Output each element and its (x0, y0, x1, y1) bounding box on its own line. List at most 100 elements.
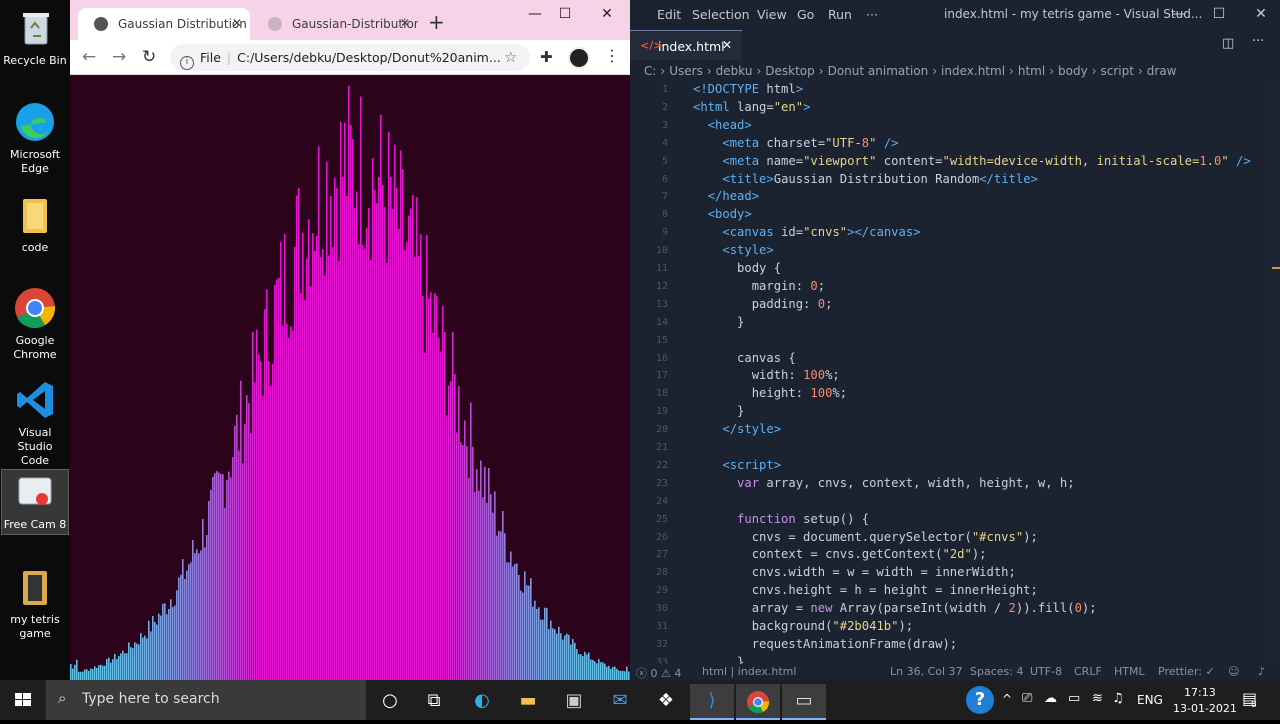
code-editor[interactable]: 1 <!DOCTYPE html> 2 <html lang="en"> 3 <head… (630, 82, 1280, 664)
formatter-status[interactable]: Prettier: ✓ (1158, 665, 1215, 678)
extensions-icon[interactable]: ✚ (540, 48, 553, 66)
minimize-button[interactable]: — (1164, 6, 1194, 22)
breadcrumb-item[interactable]: C: (644, 64, 656, 78)
code-line[interactable]: 14 } (630, 315, 1280, 333)
breadcrumb-item[interactable]: body (1058, 64, 1088, 78)
menu-more[interactable]: ··· (866, 7, 878, 22)
code-line[interactable]: 20 </style> (630, 422, 1280, 440)
code-line[interactable]: 29 cnvs.height = h = height = innerHeigh… (630, 583, 1280, 601)
code-line[interactable]: 21 (630, 440, 1280, 458)
language-indicator[interactable]: ENG (1137, 693, 1163, 707)
breadcrumb-item[interactable]: debku (716, 64, 753, 78)
desktop-icon-chrome[interactable]: Google Chrome (2, 286, 68, 362)
clock-date[interactable]: 13-01-2021 (1173, 702, 1237, 715)
menu-edit[interactable]: Edit (657, 7, 681, 22)
language-mode[interactable]: HTML (1114, 665, 1145, 678)
menu-run[interactable]: Run (828, 7, 852, 22)
cortana-icon[interactable]: ○ (368, 684, 412, 720)
editor-tab-active[interactable]: </> index.html ✕ (630, 30, 742, 60)
chrome-menu-icon[interactable]: ⋮ (604, 46, 620, 65)
file-explorer-icon[interactable]: ▬ (506, 684, 550, 720)
bookmark-star-icon[interactable]: ☆ (504, 48, 517, 66)
code-line[interactable]: 24 (630, 494, 1280, 512)
chrome-tab-active[interactable]: Gaussian Distribution ✕ (78, 8, 250, 40)
minimap[interactable] (1266, 82, 1280, 664)
store-icon[interactable]: ▣ (552, 684, 596, 720)
code-line[interactable]: 12 margin: 0; (630, 279, 1280, 297)
encoding[interactable]: UTF-8 (1030, 665, 1062, 678)
feedback-icon[interactable]: ☺ (1228, 665, 1239, 678)
chevron-up-icon[interactable]: ^ (1002, 692, 1012, 706)
wifi-icon[interactable]: ≋ (1092, 691, 1103, 706)
freecam-taskbar-icon[interactable]: ▭ (782, 684, 826, 720)
desktop-icon-vscode[interactable]: Visual Studio Code (2, 378, 68, 468)
breadcrumb-item[interactable]: Donut animation (828, 64, 929, 78)
task-view-icon[interactable]: ⧉ (412, 684, 456, 720)
code-line[interactable]: 19 } (630, 404, 1280, 422)
dropbox-icon[interactable]: ❖ (644, 684, 688, 720)
info-icon[interactable]: i (180, 56, 194, 70)
more-actions-icon[interactable]: ··· (1252, 34, 1264, 49)
code-line[interactable]: 32 requestAnimationFrame(draw); (630, 637, 1280, 655)
address-bar[interactable]: i File | C:/Users/debku/Desktop/Donut%20ani… (170, 44, 530, 71)
code-line[interactable]: 3 <head> (630, 118, 1280, 136)
indentation[interactable]: Spaces: 4 (970, 665, 1023, 678)
edge-icon[interactable]: ◐ (460, 684, 504, 720)
breadcrumb-item[interactable]: script (1101, 64, 1134, 78)
code-line[interactable]: 13 padding: 0; (630, 297, 1280, 315)
desktop-icon-code-folder[interactable]: code (2, 193, 68, 255)
forward-button[interactable]: → (112, 47, 126, 67)
menu-view[interactable]: View (757, 7, 787, 22)
maximize-button[interactable]: ☐ (550, 6, 580, 22)
code-line[interactable]: 18 height: 100%; (630, 386, 1280, 404)
new-tab-button[interactable]: + (428, 10, 445, 34)
desktop-icon-edge[interactable]: Microsoft Edge (2, 100, 68, 176)
cursor-position[interactable]: Ln 36, Col 37 (890, 665, 963, 678)
clock-time[interactable]: 17:13 (1184, 686, 1216, 699)
bell-icon[interactable]: ♪ (1258, 665, 1265, 678)
line-ending[interactable]: CRLF (1074, 665, 1102, 678)
code-line[interactable]: 7 </head> (630, 189, 1280, 207)
minimize-button[interactable]: — (520, 6, 550, 22)
code-line[interactable]: 1 <!DOCTYPE html> (630, 82, 1280, 100)
mail-icon[interactable]: ✉ (598, 684, 642, 720)
code-line[interactable]: 11 body { (630, 261, 1280, 279)
start-button[interactable] (0, 680, 46, 720)
breadcrumb-item[interactable]: index.html (941, 64, 1005, 78)
reload-button[interactable]: ↻ (142, 47, 156, 67)
breadcrumb-item[interactable]: Desktop (765, 64, 815, 78)
desktop-icon-recycle-bin[interactable]: Recycle Bin (2, 6, 68, 68)
close-icon[interactable]: ✕ (400, 16, 410, 30)
code-line[interactable]: 30 array = new Array(parseInt(width / 2)… (630, 601, 1280, 619)
code-line[interactable]: 22 <script> (630, 458, 1280, 476)
back-button[interactable]: ← (82, 47, 96, 67)
split-editor-icon[interactable]: ◫ (1222, 36, 1234, 51)
desktop-icon-tetris-folder[interactable]: my tetris game (2, 565, 68, 641)
code-line[interactable]: 26 cnvs = document.querySelector("#cnvs"… (630, 530, 1280, 548)
code-line[interactable]: 23 var array, cnvs, context, width, heig… (630, 476, 1280, 494)
code-line[interactable]: 9 <canvas id="cnvs"></canvas> (630, 225, 1280, 243)
taskbar-search[interactable]: ⌕ Type here to search (46, 680, 366, 720)
breadcrumb-item[interactable]: draw (1147, 64, 1177, 78)
code-line[interactable]: 8 <body> (630, 207, 1280, 225)
breadcrumb-item[interactable]: html (1018, 64, 1045, 78)
code-line[interactable]: 17 width: 100%; (630, 368, 1280, 386)
maximize-button[interactable]: ☐ (1204, 6, 1234, 22)
code-line[interactable]: 25 function setup() { (630, 512, 1280, 530)
close-window-button[interactable]: ✕ (592, 6, 622, 22)
chrome-taskbar-icon[interactable] (736, 684, 780, 720)
problems-indicator[interactable]: ⓧ 0 ⚠ 4 (636, 665, 681, 681)
code-line[interactable]: 10 <style> (630, 243, 1280, 261)
battery-icon[interactable]: ▭ (1068, 691, 1080, 706)
code-line[interactable]: 28 cnvs.width = w = width = innerWidth; (630, 565, 1280, 583)
code-line[interactable]: 27 context = cnvs.getContext("2d"); (630, 547, 1280, 565)
profile-avatar[interactable] (568, 47, 590, 69)
help-icon[interactable]: ? (966, 686, 994, 714)
code-line[interactable]: 31 background("#2b041b"); (630, 619, 1280, 637)
code-line[interactable]: 5 <meta name="viewport" content="width=d… (630, 154, 1280, 172)
code-line[interactable]: 33 } (630, 655, 1280, 664)
code-line[interactable]: 15 (630, 333, 1280, 351)
close-icon[interactable]: ✕ (232, 16, 242, 30)
chrome-tab[interactable]: Gaussian-Distribution ✕ (252, 8, 418, 40)
desktop-icon-freecam[interactable]: Free Cam 8 (1, 469, 69, 535)
